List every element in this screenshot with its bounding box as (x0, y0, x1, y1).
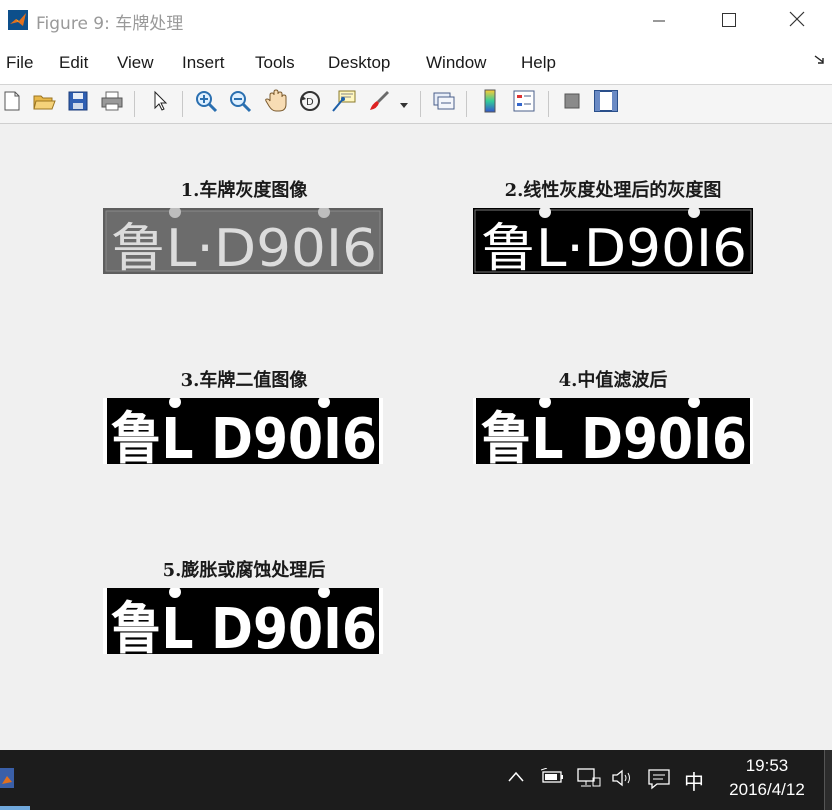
open-file-button[interactable] (30, 89, 58, 117)
subplot-1-plate-image: 鲁L·D90I6 (103, 208, 383, 274)
figure-canvas[interactable]: 1.车牌灰度图像 鲁L·D90I6 2.线性灰度处理后的灰度图 鲁L·D90I6… (0, 124, 832, 750)
menu-desktop[interactable]: Desktop (328, 53, 390, 73)
tray-volume[interactable] (610, 768, 636, 792)
brush-button[interactable] (366, 89, 394, 117)
caret-down-icon (400, 94, 408, 113)
link-plot-button[interactable] (430, 89, 458, 117)
subplot-2-plate-text: 鲁L·D90I6 (481, 219, 747, 274)
matlab-logo-icon (8, 10, 28, 30)
new-figure-icon (1, 90, 23, 116)
subplot-4-title: 4.中值滤波后 (558, 370, 668, 391)
title-bar: Figure 9: 车牌处理 (0, 0, 832, 42)
new-figure-button[interactable] (0, 89, 26, 117)
toolbar-separator (548, 91, 549, 117)
tray-network[interactable] (576, 768, 602, 792)
subplot-1-plate-text: 鲁L·D90I6 (111, 219, 377, 274)
colorbar-button[interactable] (476, 89, 504, 117)
show-plot-tools-button[interactable] (592, 89, 620, 117)
matlab-taskbar-icon (0, 768, 18, 802)
menu-window[interactable]: Window (426, 53, 486, 73)
input-method-indicator[interactable]: 中 (684, 766, 704, 795)
figure-toolbar: D (0, 85, 832, 124)
chevron-up-icon (508, 768, 524, 787)
brush-icon (367, 89, 393, 117)
open-file-icon (32, 90, 56, 116)
minimize-icon (653, 12, 665, 31)
pan-hand-icon (264, 89, 288, 117)
subplot-5-title: 5.膨胀或腐蚀处理后 (162, 560, 326, 581)
menu-view[interactable]: View (117, 53, 154, 73)
toolbar-separator (420, 91, 421, 117)
pan-button[interactable] (262, 89, 290, 117)
taskbar-app-button[interactable] (0, 758, 20, 798)
zoom-in-button[interactable] (192, 89, 220, 117)
tray-overflow-button[interactable] (506, 768, 526, 787)
toolbar-separator (466, 91, 467, 117)
edit-plot-button[interactable] (146, 89, 174, 117)
subplot-3-title: 3.车牌二值图像 (180, 370, 308, 391)
maximize-button[interactable] (694, 0, 764, 42)
zoom-in-icon (194, 89, 218, 117)
subplot-5-plate-text: 鲁L D90I6 (111, 597, 377, 654)
rotate-3d-icon: D (298, 89, 322, 117)
battery-icon (540, 767, 565, 790)
subplot-2-title: 2.线性灰度处理后的灰度图 (504, 180, 722, 201)
minimize-button[interactable] (624, 0, 694, 42)
rotate-3d-button[interactable]: D (296, 89, 324, 117)
menu-file[interactable]: File (6, 53, 33, 73)
menu-bar: File Edit View Insert Tools Desktop Wind… (0, 42, 832, 85)
menu-insert[interactable]: Insert (182, 53, 225, 73)
subplot-4-plate-text: 鲁L D90I6 (481, 407, 747, 464)
data-cursor-icon (331, 89, 357, 117)
taskbar: 中 19:53 2016/4/12 (0, 750, 832, 810)
zoom-out-button[interactable] (226, 89, 254, 117)
toolbar-separator (182, 91, 183, 117)
subplot-5-plate-image: 鲁L D90I6 (103, 588, 383, 654)
brush-dropdown-button[interactable] (396, 89, 412, 117)
show-desktop-button[interactable] (824, 750, 832, 810)
close-icon (789, 11, 805, 31)
subplot-3-plate-image: 鲁L D90I6 (103, 398, 383, 464)
maximize-icon (722, 12, 736, 31)
edit-plot-arrow-icon (150, 90, 170, 116)
clock-time[interactable]: 19:53 (720, 756, 814, 776)
data-cursor-button[interactable] (330, 89, 358, 117)
legend-button[interactable] (510, 89, 538, 117)
hide-plot-tools-button[interactable] (558, 89, 586, 117)
save-button[interactable] (64, 89, 92, 117)
menu-help[interactable]: Help (521, 53, 556, 73)
print-icon (100, 90, 124, 116)
active-app-indicator (0, 806, 30, 810)
network-icon (577, 768, 601, 792)
svg-text:D: D (306, 97, 314, 108)
save-icon (67, 90, 89, 116)
print-button[interactable] (98, 89, 126, 117)
tray-notifications[interactable] (646, 768, 672, 794)
subplot-1-title: 1.车牌灰度图像 (180, 180, 308, 201)
close-button[interactable] (762, 0, 832, 42)
toolbar-separator (134, 91, 135, 117)
menu-tools[interactable]: Tools (255, 53, 295, 73)
menu-edit[interactable]: Edit (59, 53, 88, 73)
tray-battery[interactable] (540, 767, 566, 790)
clock-date[interactable]: 2016/4/12 (720, 780, 814, 800)
show-plot-tools-icon (594, 90, 618, 116)
toolbar-dock-arrow-icon[interactable] (814, 54, 826, 70)
subplot-2-plate-image: 鲁L·D90I6 (473, 208, 753, 274)
volume-icon (611, 768, 635, 792)
zoom-out-icon (228, 89, 252, 117)
link-plot-icon (432, 89, 456, 117)
subplot-3-plate-text: 鲁L D90I6 (111, 407, 377, 464)
subplot-4-plate-image: 鲁L D90I6 (473, 398, 753, 464)
legend-icon (512, 89, 536, 117)
notification-icon (647, 768, 671, 794)
colorbar-icon (483, 89, 497, 117)
window-title: Figure 9: 车牌处理 (36, 14, 184, 34)
hide-plot-tools-icon (562, 91, 582, 115)
